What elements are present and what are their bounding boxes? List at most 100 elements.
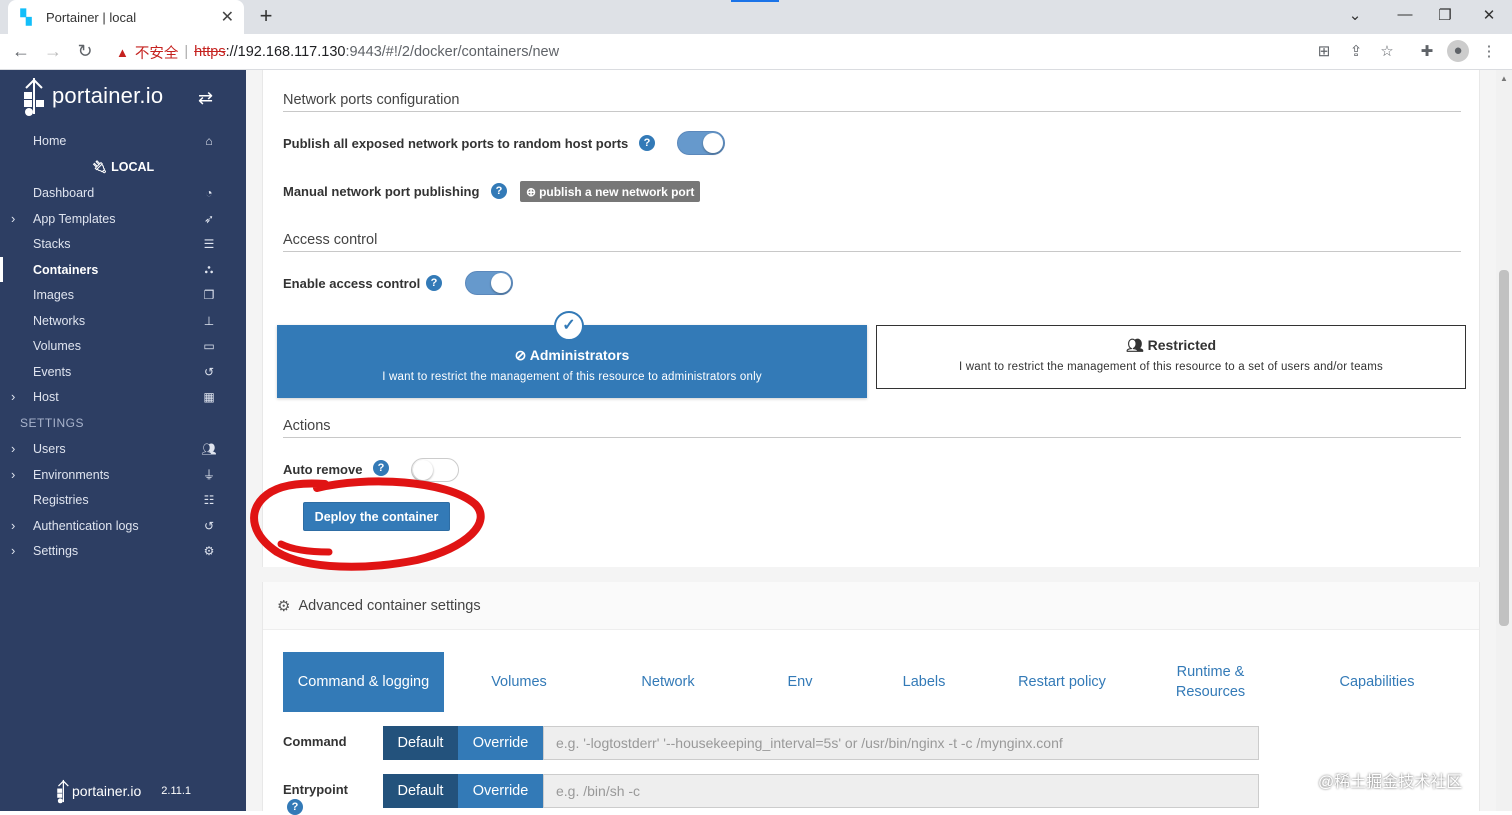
footer-brand: portainer.io bbox=[72, 783, 142, 799]
publish-all-toggle[interactable] bbox=[677, 131, 725, 155]
portainer-favicon-icon: ▚ bbox=[20, 8, 32, 25]
tab-restart-policy[interactable]: Restart policy bbox=[997, 652, 1127, 712]
auto-remove-toggle[interactable] bbox=[411, 458, 459, 482]
rocket-icon: ➶ bbox=[203, 211, 215, 226]
extensions-icon[interactable]: ✚ bbox=[1416, 42, 1438, 60]
translate-icon[interactable]: ⊞ bbox=[1313, 42, 1335, 60]
restricted-title: Restricted bbox=[1147, 337, 1217, 353]
sidebar-item-users[interactable]: › Users 👥︎ bbox=[0, 436, 246, 461]
sidebar-item-containers[interactable]: Containers ⛬ bbox=[0, 257, 246, 282]
sidebar-item-label: Volumes bbox=[33, 338, 81, 353]
check-icon: ✓ bbox=[554, 311, 584, 341]
deploy-container-button[interactable]: Deploy the container bbox=[303, 502, 450, 531]
tab-env[interactable]: Env bbox=[760, 652, 840, 712]
tab-command-logging[interactable]: Command & logging bbox=[283, 652, 444, 712]
window-close-icon[interactable]: ✕ bbox=[1474, 6, 1504, 24]
tab-strip-accent bbox=[731, 0, 779, 2]
sidebar-item-authentication-logs[interactable]: › Authentication logs ↺ bbox=[0, 513, 246, 538]
portainer-logo[interactable]: portainer.io bbox=[22, 76, 163, 116]
menu-kebab-icon[interactable]: ⋮ bbox=[1478, 42, 1500, 60]
tab-title: Portainer | local bbox=[46, 9, 137, 25]
sidebar-item-settings[interactable]: › Settings ⚙ bbox=[0, 538, 246, 563]
bookmark-star-icon[interactable]: ☆ bbox=[1376, 42, 1398, 60]
url-separator: | bbox=[184, 44, 189, 60]
sidebar-item-label: Settings bbox=[33, 543, 79, 558]
help-icon[interactable]: ? bbox=[491, 183, 507, 199]
sidebar-item-label: Authentication logs bbox=[33, 518, 139, 533]
sidebar-item-dashboard[interactable]: Dashboard ◔ bbox=[0, 180, 246, 205]
sidebar-item-label: Registries bbox=[33, 492, 89, 507]
tab-search-icon[interactable]: ⌄ bbox=[1340, 6, 1370, 24]
sidebar-item-label: Stacks bbox=[33, 236, 71, 251]
scroll-up-icon[interactable]: ▲ bbox=[1500, 74, 1508, 83]
plug-icon: 🔌︎ bbox=[91, 160, 108, 174]
browser-tab[interactable]: ▚ Portainer | local ✕ bbox=[8, 0, 244, 34]
tab-volumes[interactable]: Volumes bbox=[459, 652, 579, 712]
entrypoint-input[interactable]: e.g. /bin/sh -c bbox=[543, 774, 1259, 808]
advanced-settings-header: ⚙ Advanced container settings bbox=[263, 582, 1479, 630]
restricted-option[interactable]: 👥︎ Restricted I want to restrict the man… bbox=[876, 325, 1466, 389]
tab-labels[interactable]: Labels bbox=[874, 652, 974, 712]
profile-avatar-icon[interactable]: ● bbox=[1447, 40, 1469, 62]
switch-environment-icon[interactable]: ⇄ bbox=[198, 88, 213, 109]
minimize-icon[interactable]: — bbox=[1390, 6, 1420, 23]
publish-new-port-button[interactable]: ⊕ publish a new network port bbox=[520, 181, 701, 202]
sidebar-item-app-templates[interactable]: › App Templates ➶ bbox=[0, 206, 246, 231]
entrypoint-default-button[interactable]: Default bbox=[383, 774, 458, 808]
url-bar[interactable]: ▲ 不安全 | https ://192.168.117.130 :9443/#… bbox=[104, 37, 1304, 67]
access-control-toggle[interactable] bbox=[465, 271, 513, 295]
sidebar-footer: portainer.io 2.11.1 bbox=[56, 778, 191, 804]
entrypoint-override-button[interactable]: Override bbox=[458, 774, 543, 808]
page-scrollbar[interactable]: ▲ bbox=[1496, 70, 1512, 811]
chevron-right-icon: › bbox=[11, 441, 16, 456]
tab-runtime-resources[interactable]: Runtime & Resources bbox=[1158, 652, 1263, 712]
tab-capabilities[interactable]: Capabilities bbox=[1317, 652, 1437, 712]
main-content: Network ports configuration Publish all … bbox=[246, 70, 1496, 815]
sidebar-item-registries[interactable]: Registries ☷ bbox=[0, 487, 246, 512]
sidebar-item-images[interactable]: Images ❐ bbox=[0, 282, 246, 307]
sidebar-item-label: Containers bbox=[33, 262, 99, 277]
sidebar-item-networks[interactable]: Networks ⊥ bbox=[0, 308, 246, 333]
section-divider bbox=[283, 251, 1461, 252]
help-icon[interactable]: ? bbox=[426, 275, 442, 291]
sidebar-item-stacks[interactable]: Stacks ☰ bbox=[0, 231, 246, 256]
sidebar-item-environments[interactable]: › Environments ⏚ bbox=[0, 462, 246, 487]
tab-close-icon[interactable]: ✕ bbox=[221, 7, 234, 27]
sidebar-item-host[interactable]: › Host ▦ bbox=[0, 384, 246, 409]
back-icon[interactable]: ← bbox=[9, 41, 33, 62]
advanced-settings-title: Advanced container settings bbox=[298, 597, 481, 614]
administrators-option[interactable]: ✓ ⊘ Administrators I want to restrict th… bbox=[277, 311, 867, 398]
sidebar: portainer.io ⇄ Home ⌂ 🔌︎ LOCAL Dashboard… bbox=[0, 70, 246, 811]
sidebar-item-label: Images bbox=[33, 287, 74, 302]
publish-new-port-label: publish a new network port bbox=[539, 184, 695, 199]
sidebar-item-label: Networks bbox=[33, 313, 86, 328]
advanced-settings-panel: ⚙ Advanced container settings Command & … bbox=[262, 582, 1480, 815]
users-icon: 👥︎ bbox=[1125, 337, 1144, 353]
sidebar-item-volumes[interactable]: Volumes ▭ bbox=[0, 333, 246, 358]
history-icon: ↺ bbox=[203, 364, 215, 379]
share-icon[interactable]: ⇪ bbox=[1345, 42, 1367, 60]
command-input[interactable]: e.g. '-logtostderr' '--housekeeping_inte… bbox=[543, 726, 1259, 760]
help-icon[interactable]: ? bbox=[639, 135, 655, 151]
help-icon[interactable]: ? bbox=[373, 460, 389, 476]
scrollbar-thumb[interactable] bbox=[1499, 270, 1509, 626]
chevron-right-icon: › bbox=[11, 518, 16, 533]
chevron-right-icon: › bbox=[11, 389, 16, 404]
reload-icon[interactable]: ↻ bbox=[73, 41, 97, 62]
url-path: :9443/#!/2/docker/containers/new bbox=[345, 44, 560, 60]
browser-tab-strip: ▚ Portainer | local ✕ + ⌄ — ❐ ✕ bbox=[0, 0, 1512, 34]
home-icon: ⌂ bbox=[205, 133, 213, 148]
command-override-button[interactable]: Override bbox=[458, 726, 543, 760]
restore-icon[interactable]: ❐ bbox=[1430, 6, 1460, 24]
environment-header: 🔌︎ LOCAL bbox=[0, 160, 246, 175]
insecure-label: 不安全 bbox=[134, 45, 179, 62]
help-icon[interactable]: ? bbox=[287, 799, 303, 815]
sidebar-item-home[interactable]: Home ⌂ bbox=[0, 128, 246, 153]
sidebar-item-events[interactable]: Events ↺ bbox=[0, 359, 246, 384]
new-tab-button[interactable]: + bbox=[256, 4, 276, 28]
tab-network[interactable]: Network bbox=[608, 652, 728, 712]
command-default-button[interactable]: Default bbox=[383, 726, 458, 760]
eye-slash-icon: ⊘ bbox=[514, 347, 527, 363]
forward-icon[interactable]: → bbox=[41, 41, 65, 62]
warning-icon: ▲ bbox=[116, 44, 129, 60]
